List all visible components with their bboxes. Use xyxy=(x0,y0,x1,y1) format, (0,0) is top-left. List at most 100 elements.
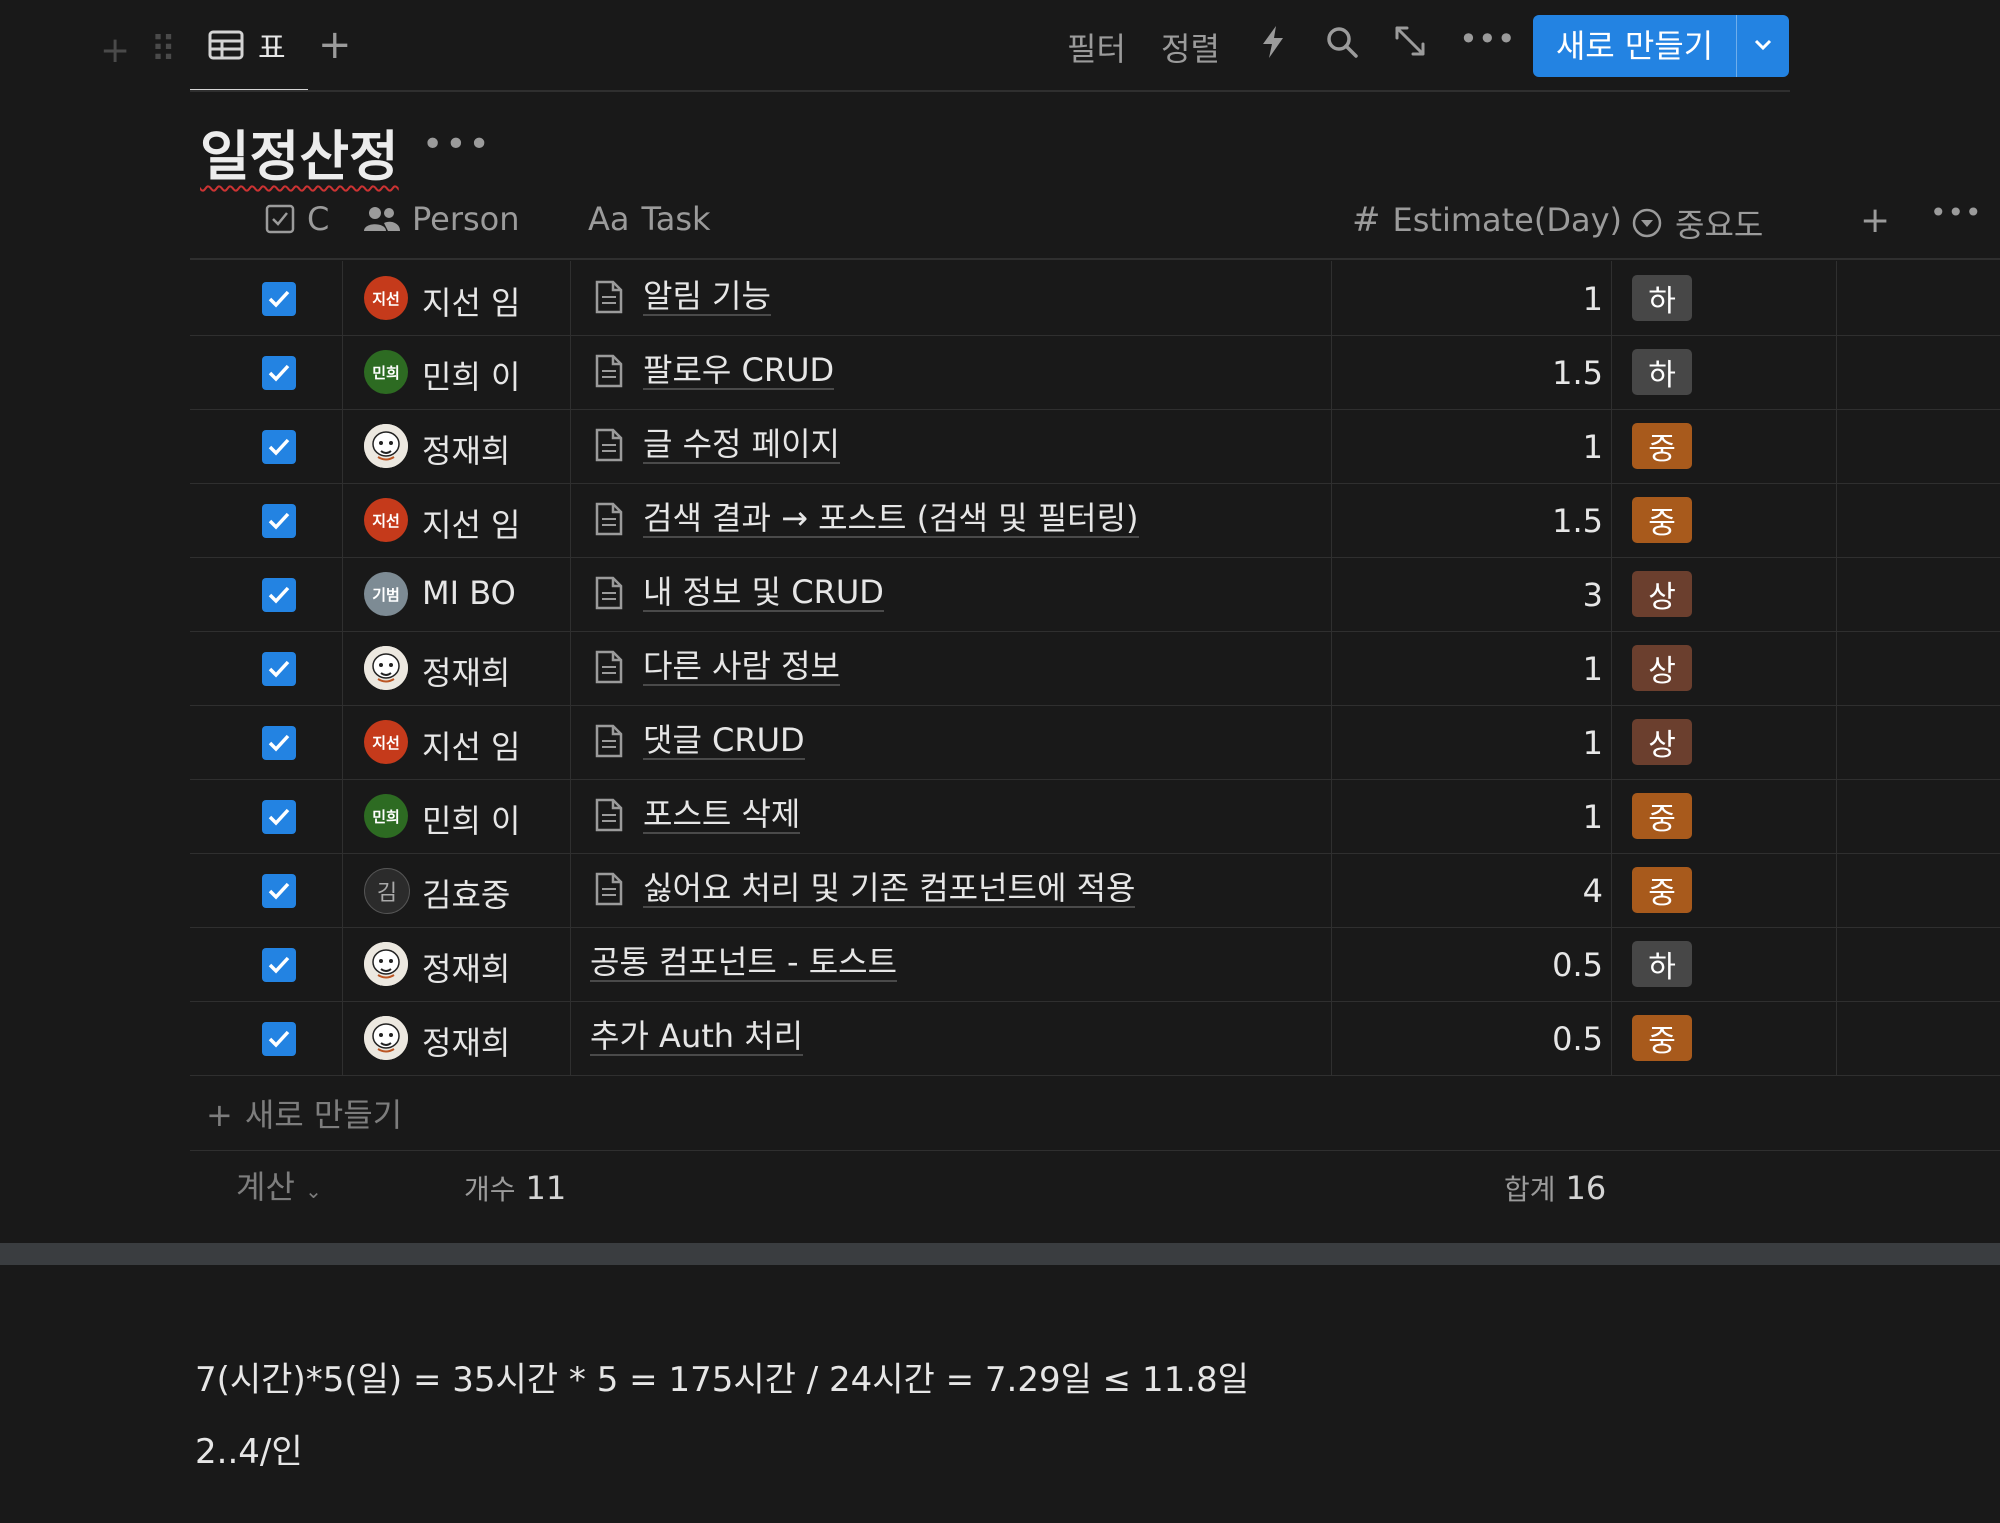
table-row[interactable]: 기범 MI BO 내 정보 및 CRUD 3 상 xyxy=(190,557,2000,632)
column-header-task[interactable]: Aa Task xyxy=(588,200,711,238)
row-checkbox[interactable] xyxy=(262,874,296,908)
automation-icon[interactable] xyxy=(1260,24,1286,68)
table-row[interactable]: 지선 지선 임 댓글 CRUD 1 상 xyxy=(190,705,2000,780)
task-title-link[interactable]: 내 정보 및 CRUD xyxy=(643,574,884,612)
row-checkbox[interactable] xyxy=(262,726,296,760)
row-checkbox[interactable] xyxy=(262,430,296,464)
priority-tag[interactable]: 중 xyxy=(1632,497,1692,543)
table-row[interactable]: 민희 민희 이 팔로우 CRUD 1.5 하 xyxy=(190,335,2000,410)
column-header-check[interactable]: C xyxy=(265,200,329,238)
estimate-value[interactable]: 1.5 xyxy=(1552,502,1603,540)
avatar[interactable]: 기범 xyxy=(364,572,408,616)
task-title-link[interactable]: 포스트 삭제 xyxy=(643,796,801,834)
estimate-value[interactable]: 0.5 xyxy=(1552,1020,1603,1058)
estimate-value[interactable]: 1 xyxy=(1583,280,1603,318)
priority-tag[interactable]: 상 xyxy=(1632,645,1692,691)
block-handle[interactable]: + ⠿ xyxy=(100,30,177,71)
estimate-value[interactable]: 1 xyxy=(1583,650,1603,688)
priority-tag[interactable]: 상 xyxy=(1632,571,1692,617)
add-view-icon[interactable]: + xyxy=(318,22,352,68)
person-name[interactable]: 정재희 xyxy=(422,648,510,694)
table-row[interactable]: 정재희 다른 사람 정보 1 상 xyxy=(190,631,2000,706)
row-checkbox[interactable] xyxy=(262,578,296,612)
row-checkbox[interactable] xyxy=(262,356,296,390)
add-column-icon[interactable]: + xyxy=(1860,200,1890,241)
avatar[interactable]: 김 xyxy=(364,868,410,914)
person-name[interactable]: 지선 임 xyxy=(422,500,521,546)
person-name[interactable]: 정재희 xyxy=(422,1018,510,1064)
avatar[interactable]: 민희 xyxy=(364,794,408,838)
row-checkbox[interactable] xyxy=(262,652,296,686)
person-name[interactable]: 지선 임 xyxy=(422,278,521,324)
estimate-value[interactable]: 3 xyxy=(1583,576,1603,614)
avatar[interactable] xyxy=(364,942,408,986)
count-summary[interactable]: 개수 11 xyxy=(464,1168,566,1208)
avatar[interactable] xyxy=(364,424,408,468)
table-row[interactable]: 정재희 추가 Auth 처리 0.5 중 xyxy=(190,1001,2000,1076)
column-header-priority[interactable]: 중요도 xyxy=(1631,200,1763,246)
priority-tag[interactable]: 중 xyxy=(1632,1015,1692,1061)
task-title-link[interactable]: 팔로우 CRUD xyxy=(643,352,835,390)
new-button-group[interactable]: 새로 만들기 xyxy=(1533,15,1789,77)
avatar[interactable]: 지선 xyxy=(364,276,408,320)
table-row[interactable]: 지선 지선 임 알림 기능 1 하 xyxy=(190,261,2000,336)
row-checkbox[interactable] xyxy=(262,282,296,316)
filter-button[interactable]: 필터 xyxy=(1067,24,1126,70)
estimate-value[interactable]: 0.5 xyxy=(1552,946,1603,984)
avatar[interactable] xyxy=(364,1016,408,1060)
person-name[interactable]: MI BO xyxy=(422,574,516,612)
task-title-link[interactable]: 다른 사람 정보 xyxy=(643,648,840,686)
task-title-link[interactable]: 싫어요 처리 및 기존 컴포넌트에 적용 xyxy=(643,870,1136,908)
person-name[interactable]: 지선 임 xyxy=(422,722,521,768)
chevron-down-icon[interactable] xyxy=(1737,37,1789,56)
add-row-button[interactable]: + 새로 만들기 xyxy=(206,1090,402,1136)
priority-tag[interactable]: 중 xyxy=(1632,867,1692,913)
more-options-icon[interactable]: ••• xyxy=(1459,20,1516,58)
sum-summary[interactable]: 합계 16 xyxy=(1504,1168,1606,1208)
task-title-link[interactable]: 글 수정 페이지 xyxy=(643,426,840,464)
task-title-link[interactable]: 댓글 CRUD xyxy=(643,722,805,760)
avatar[interactable] xyxy=(364,646,408,690)
drag-handle-icon[interactable]: ⠿ xyxy=(150,30,176,71)
avatar[interactable]: 지선 xyxy=(364,720,408,764)
person-name[interactable]: 민희 이 xyxy=(422,796,521,842)
estimate-value[interactable]: 1 xyxy=(1583,428,1603,466)
task-title-link[interactable]: 알림 기능 xyxy=(643,278,771,316)
column-more-icon[interactable]: ••• xyxy=(1930,196,1983,229)
row-checkbox[interactable] xyxy=(262,948,296,982)
table-row[interactable]: 지선 지선 임 검색 결과 → 포스트 (검색 및 필터링) 1.5 중 xyxy=(190,483,2000,558)
estimate-value[interactable]: 1.5 xyxy=(1552,354,1603,392)
expand-icon[interactable] xyxy=(1393,24,1427,66)
new-button[interactable]: 새로 만들기 xyxy=(1533,15,1737,77)
note-line-2[interactable]: 2..4/인 xyxy=(195,1424,303,1473)
estimate-value[interactable]: 1 xyxy=(1583,798,1603,836)
tab-table-view[interactable]: 표 xyxy=(190,0,308,92)
priority-tag[interactable]: 중 xyxy=(1632,423,1692,469)
person-name[interactable]: 민희 이 xyxy=(422,352,521,398)
search-icon[interactable] xyxy=(1324,24,1360,68)
calculate-button[interactable]: 계산 ⌄ xyxy=(236,1162,322,1208)
sort-button[interactable]: 정렬 xyxy=(1161,24,1220,70)
task-title-link[interactable]: 검색 결과 → 포스트 (검색 및 필터링) xyxy=(643,500,1139,538)
estimate-value[interactable]: 1 xyxy=(1583,724,1603,762)
priority-tag[interactable]: 하 xyxy=(1632,275,1692,321)
add-block-icon[interactable]: + xyxy=(100,30,130,71)
row-checkbox[interactable] xyxy=(262,504,296,538)
column-header-estimate[interactable]: # Estimate(Day) xyxy=(1352,200,1622,240)
priority-tag[interactable]: 상 xyxy=(1632,719,1692,765)
task-title-link[interactable]: 공통 컴포넌트 - 토스트 xyxy=(590,944,898,982)
table-row[interactable]: 김 김효중 싫어요 처리 및 기존 컴포넌트에 적용 4 중 xyxy=(190,853,2000,928)
person-name[interactable]: 정재희 xyxy=(422,426,510,472)
priority-tag[interactable]: 중 xyxy=(1632,793,1692,839)
task-title-link[interactable]: 추가 Auth 처리 xyxy=(590,1018,804,1056)
avatar[interactable]: 민희 xyxy=(364,350,408,394)
row-checkbox[interactable] xyxy=(262,1022,296,1056)
person-name[interactable]: 정재희 xyxy=(422,944,510,990)
title-more-icon[interactable]: ••• xyxy=(422,124,492,165)
priority-tag[interactable]: 하 xyxy=(1632,349,1692,395)
column-header-person[interactable]: Person xyxy=(364,200,520,238)
table-row[interactable]: 민희 민희 이 포스트 삭제 1 중 xyxy=(190,779,2000,854)
avatar[interactable]: 지선 xyxy=(364,498,408,542)
table-row[interactable]: 정재희 공통 컴포넌트 - 토스트 0.5 하 xyxy=(190,927,2000,1002)
priority-tag[interactable]: 하 xyxy=(1632,941,1692,987)
